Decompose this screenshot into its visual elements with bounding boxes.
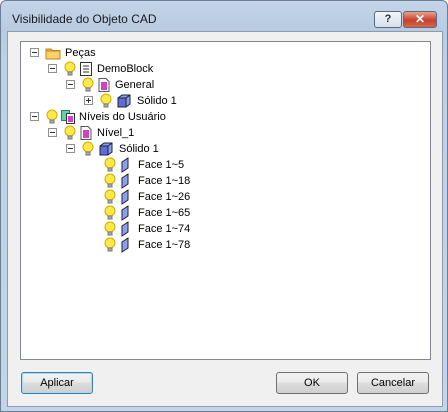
lightbulb-icon[interactable] — [102, 237, 118, 253]
visibility-tree[interactable]: Peças DemoBlock General Sólido 1 Níveis … — [20, 41, 431, 360]
close-button[interactable]: ✕ — [403, 11, 437, 28]
lightbulb-icon[interactable] — [102, 221, 118, 237]
lightbulb-icon[interactable] — [102, 173, 118, 189]
collapse-toggle[interactable] — [30, 112, 39, 121]
face-icon — [121, 221, 129, 237]
solid-icon — [117, 94, 131, 108]
dialog-window: Visibilidade do Objeto CAD ? ✕ Peças Dem… — [0, 0, 448, 412]
title-bar[interactable]: Visibilidade do Objeto CAD ? ✕ — [1, 1, 447, 31]
folder-icon — [45, 48, 61, 60]
tree-node-label: Face 1~74 — [138, 223, 191, 235]
face-icon — [121, 237, 129, 253]
tree-node-label: Face 1~18 — [138, 175, 191, 187]
face-icon — [121, 189, 129, 205]
collapse-toggle[interactable] — [66, 144, 75, 153]
help-button[interactable]: ? — [374, 11, 402, 28]
layer-icon — [80, 126, 92, 140]
collapse-toggle[interactable] — [66, 80, 75, 89]
levels-icon — [61, 110, 75, 124]
collapse-toggle[interactable] — [48, 64, 57, 73]
tree-node-label: Sólido 1 — [119, 143, 159, 155]
expand-toggle[interactable] — [84, 96, 93, 105]
tree-node-label: Nível_1 — [97, 127, 135, 139]
lightbulb-icon[interactable] — [102, 157, 118, 173]
layer-icon — [98, 78, 110, 92]
tree-node-label: Face 1~78 — [138, 239, 191, 251]
lightbulb-icon[interactable] — [44, 109, 60, 125]
face-icon — [121, 173, 129, 189]
tree-node-label: Peças — [65, 47, 96, 59]
document-icon — [80, 62, 92, 76]
tree-node-label: Face 1~5 — [138, 159, 185, 171]
solid-icon — [99, 142, 113, 156]
tree-node-label: General — [115, 79, 155, 91]
lightbulb-icon[interactable] — [102, 189, 118, 205]
apply-button[interactable]: Aplicar — [21, 372, 93, 394]
lightbulb-icon[interactable] — [98, 93, 114, 109]
lightbulb-icon[interactable] — [62, 61, 78, 77]
lightbulb-icon[interactable] — [80, 141, 96, 157]
tree-node-label: Face 1~65 — [138, 207, 191, 219]
lightbulb-icon[interactable] — [80, 77, 96, 93]
tree-node-label: Níveis do Usuário — [79, 111, 166, 123]
collapse-toggle[interactable] — [48, 128, 57, 137]
lightbulb-icon[interactable] — [102, 205, 118, 221]
cancel-button[interactable]: Cancelar — [357, 372, 429, 394]
tree-node-label: DemoBlock — [97, 63, 154, 75]
window-title: Visibilidade do Objeto CAD — [12, 12, 157, 26]
ok-button[interactable]: OK — [276, 372, 348, 394]
lightbulb-icon[interactable] — [62, 125, 78, 141]
tree-node-label: Sólido 1 — [137, 95, 177, 107]
face-icon — [121, 157, 129, 173]
tree-node-label: Face 1~26 — [138, 191, 191, 203]
face-icon — [121, 205, 129, 221]
dialog-client: Peças DemoBlock General Sólido 1 Níveis … — [7, 31, 443, 407]
collapse-toggle[interactable] — [30, 48, 39, 57]
